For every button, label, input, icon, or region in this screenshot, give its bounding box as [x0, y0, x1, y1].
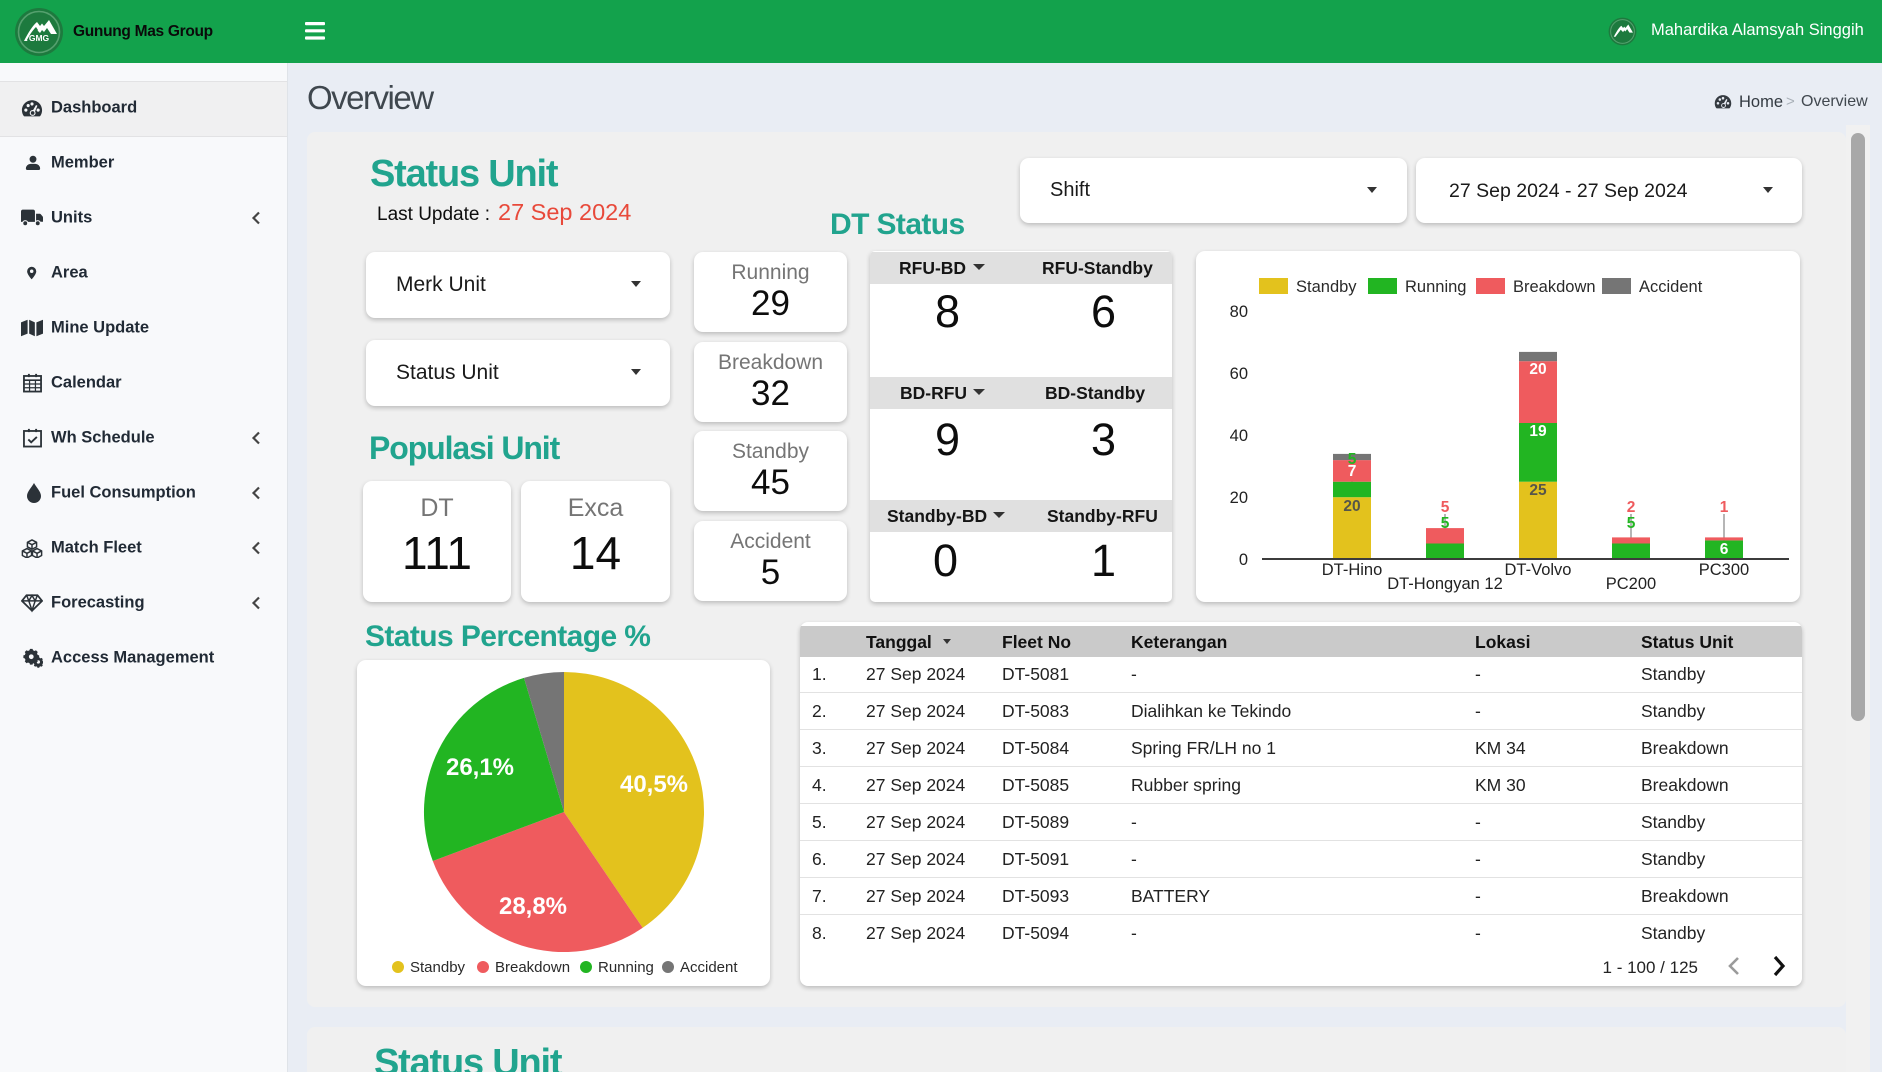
svg-text:19: 19 [1529, 423, 1547, 440]
svg-text:GMG: GMG [29, 33, 50, 43]
svg-text:20: 20 [1230, 489, 1248, 507]
svg-text:Running: Running [1405, 278, 1466, 296]
svg-text:DT-Hino: DT-Hino [1322, 561, 1383, 579]
svg-text:5: 5 [1627, 515, 1636, 532]
svg-text:DT-Volvo: DT-Volvo [1505, 561, 1572, 579]
svg-text:80: 80 [1230, 303, 1248, 321]
svg-text:40: 40 [1230, 427, 1248, 445]
svg-text:60: 60 [1230, 365, 1248, 383]
svg-text:20: 20 [1529, 361, 1546, 378]
svg-text:Breakdown: Breakdown [1513, 278, 1596, 296]
svg-text:Standby: Standby [1296, 278, 1357, 296]
svg-text:0: 0 [1239, 551, 1248, 569]
svg-text:5: 5 [1441, 515, 1450, 532]
svg-text:5: 5 [1348, 451, 1357, 468]
svg-text:PC300: PC300 [1699, 561, 1749, 579]
svg-text:28,8%: 28,8% [499, 893, 567, 920]
svg-text:Accident: Accident [1639, 278, 1703, 296]
svg-text:25: 25 [1529, 482, 1547, 499]
svg-text:40,5%: 40,5% [620, 771, 688, 798]
svg-text:20: 20 [1343, 498, 1360, 515]
svg-text:1: 1 [1720, 499, 1729, 516]
svg-text:26,1%: 26,1% [446, 754, 514, 781]
svg-text:Running: Running [598, 959, 654, 976]
svg-text:Accident: Accident [680, 959, 738, 976]
svg-text:Standby: Standby [410, 959, 466, 976]
svg-text:2: 2 [1627, 499, 1636, 516]
svg-text:6: 6 [1720, 541, 1729, 558]
svg-text:DT-Hongyan 12: DT-Hongyan 12 [1387, 575, 1503, 593]
svg-text:5: 5 [1441, 499, 1450, 516]
svg-text:Breakdown: Breakdown [495, 959, 570, 976]
svg-text:PC200: PC200 [1606, 575, 1656, 593]
